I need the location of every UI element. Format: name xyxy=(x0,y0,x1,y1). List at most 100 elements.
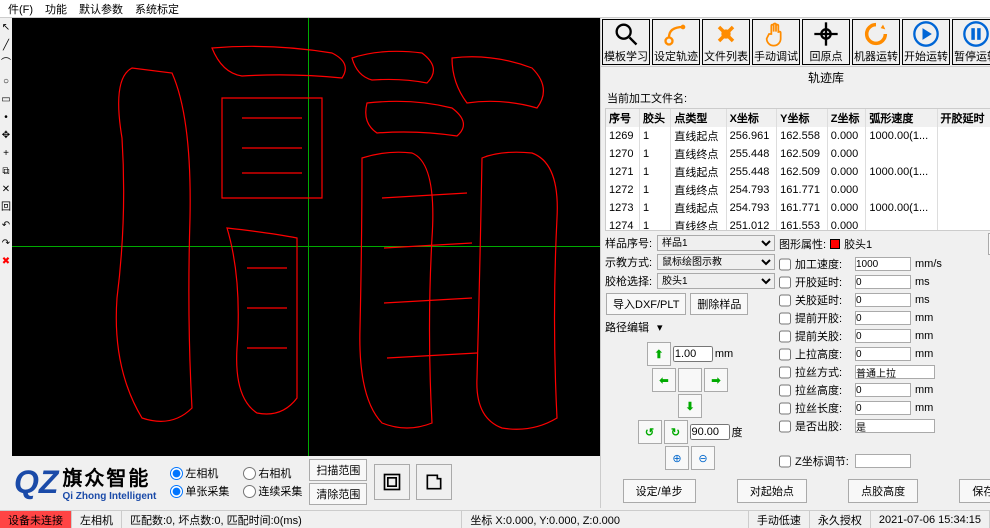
tool-arrow-icon[interactable]: ↖ xyxy=(0,22,12,34)
param-check[interactable] xyxy=(779,294,791,307)
home-button[interactable]: 回原点 xyxy=(802,19,850,65)
param-check[interactable] xyxy=(779,330,791,343)
scan-range-button[interactable]: 扫描范围 xyxy=(309,459,367,481)
coord-status: 坐标 X:0.000, Y:0.000, Z:0.000 xyxy=(462,511,748,528)
param-check[interactable] xyxy=(779,276,791,289)
param-input[interactable] xyxy=(855,419,935,433)
machine-run-button[interactable]: 机器运转 xyxy=(852,19,900,65)
param-unit: mm xyxy=(915,384,939,396)
tool-close-icon[interactable]: ✖ xyxy=(0,256,12,268)
export-icon[interactable] xyxy=(416,464,452,500)
clear-range-button[interactable]: 清除范围 xyxy=(309,483,367,505)
fit-view-icon[interactable] xyxy=(374,464,410,500)
start-button[interactable]: 开始运转 xyxy=(902,19,950,65)
param-check[interactable] xyxy=(779,402,791,415)
z-adjust-check[interactable] xyxy=(779,455,791,468)
file-list-button[interactable]: 文件列表 xyxy=(702,19,750,65)
tool-rect-icon[interactable]: ▭ xyxy=(0,94,12,106)
menu-calib[interactable]: 系统标定 xyxy=(129,1,185,17)
table-row[interactable]: 12711直线起点255.448162.5090.0001000.00(1... xyxy=(606,163,990,181)
col-header[interactable]: 点类型 xyxy=(671,109,726,127)
param-check[interactable] xyxy=(779,384,791,397)
param-check[interactable] xyxy=(779,312,791,325)
jog-down-button[interactable]: ⬇ xyxy=(678,394,702,418)
zoom-in-button[interactable]: ⊕ xyxy=(665,446,689,470)
param-label: 上拉高度: xyxy=(795,346,851,362)
glue-color-icon xyxy=(830,239,840,249)
col-header[interactable]: Z坐标 xyxy=(827,109,866,127)
param-input[interactable] xyxy=(855,383,911,397)
rot-ccw-button[interactable]: ↺ xyxy=(638,420,662,444)
tool-redo-icon[interactable]: ↷ xyxy=(0,238,12,250)
param-input[interactable] xyxy=(855,329,911,343)
menu-default[interactable]: 默认参数 xyxy=(73,1,129,17)
align-start-button[interactable]: 对起始点 xyxy=(737,479,807,503)
rot-cw-button[interactable]: ↻ xyxy=(664,420,688,444)
set-path-button[interactable]: 设定轨迹 xyxy=(652,19,700,65)
radio-left-cam[interactable]: 左相机 xyxy=(170,465,229,481)
tool-circle-icon[interactable]: ○ xyxy=(0,76,12,88)
teach-select[interactable]: 鼠标绘图示教 xyxy=(657,254,775,270)
library-title: 轨迹库 xyxy=(601,67,990,88)
tool-plus-icon[interactable]: + xyxy=(0,148,12,160)
set-step-button[interactable]: 设定/单步 xyxy=(623,479,696,503)
menu-file[interactable]: 件(F) xyxy=(2,1,39,17)
table-row[interactable]: 12731直线起点254.793161.7710.0001000.00(1... xyxy=(606,199,990,217)
param-check[interactable] xyxy=(779,366,791,379)
chevron-down-icon[interactable]: ▾ xyxy=(657,321,663,334)
tool-del-icon[interactable]: ✕ xyxy=(0,184,12,196)
param-input[interactable] xyxy=(855,401,911,415)
param-input[interactable] xyxy=(855,311,911,325)
tool-copy-icon[interactable]: ⧉ xyxy=(0,166,12,178)
param-check[interactable] xyxy=(779,348,791,361)
pause-button[interactable]: 暂停运转 xyxy=(952,19,990,65)
param-input[interactable] xyxy=(855,275,911,289)
col-header[interactable]: X坐标 xyxy=(726,109,777,127)
sample-no-select[interactable]: 样品1 xyxy=(657,235,775,251)
jog-right-button[interactable]: ➡ xyxy=(704,368,728,392)
delete-sample-button[interactable]: 删除样品 xyxy=(690,293,748,315)
param-input[interactable] xyxy=(855,347,911,361)
zoom-out-button[interactable]: ⊖ xyxy=(691,446,715,470)
design-canvas[interactable] xyxy=(12,18,600,456)
tool-move-icon[interactable]: ✥ xyxy=(0,130,12,142)
save-file-button[interactable]: 保存文件 xyxy=(959,479,990,503)
param-input[interactable] xyxy=(855,293,911,307)
tool-dot-icon[interactable]: • xyxy=(0,112,12,124)
col-header[interactable]: 序号 xyxy=(606,109,640,127)
manual-button[interactable]: 手动调试 xyxy=(752,19,800,65)
radio-cont[interactable]: 连续采集 xyxy=(243,483,302,499)
rot-input[interactable] xyxy=(690,424,730,440)
radio-right-cam[interactable]: 右相机 xyxy=(243,465,302,481)
col-header[interactable]: 开胶延时 xyxy=(937,109,990,127)
z-adjust-input[interactable] xyxy=(855,454,911,468)
path-table[interactable]: 序号胶头点类型X坐标Y坐标Z坐标弧形速度开胶延时上拉高...12691直线起点2… xyxy=(605,108,990,231)
import-dxf-button[interactable]: 导入DXF/PLT xyxy=(606,293,686,315)
jog-step-input[interactable] xyxy=(673,346,713,362)
table-row[interactable]: 12691直线起点256.961162.5580.0001000.00(1...… xyxy=(606,127,990,145)
param-check[interactable] xyxy=(779,420,791,433)
glue-select[interactable]: 胶头1 xyxy=(657,273,775,289)
col-header[interactable]: 胶头 xyxy=(640,109,671,127)
menubar: 件(F) 功能 默认参数 系统标定 xyxy=(0,0,990,18)
param-input[interactable] xyxy=(855,365,935,379)
tool-line-icon[interactable]: ╱ xyxy=(0,40,12,52)
jog-center-button[interactable] xyxy=(678,368,702,392)
col-header[interactable]: 弧形速度 xyxy=(866,109,937,127)
jog-left-button[interactable]: ⬅ xyxy=(652,368,676,392)
param-label: 关胶延时: xyxy=(795,292,851,308)
tool-text-icon[interactable]: 回 xyxy=(0,202,12,214)
tool-undo-icon[interactable]: ↶ xyxy=(0,220,12,232)
param-input[interactable] xyxy=(855,257,911,271)
jog-up-button[interactable]: ⬆ xyxy=(647,342,671,366)
table-row[interactable]: 12721直线终点254.793161.7710.0000.00 xyxy=(606,181,990,199)
table-row[interactable]: 12701直线终点255.448162.5090.0000.00 xyxy=(606,145,990,163)
glue-height-button[interactable]: 点胶高度 xyxy=(848,479,918,503)
tool-arc-icon[interactable]: ⌒ xyxy=(0,58,12,70)
param-check[interactable] xyxy=(779,258,791,271)
col-header[interactable]: Y坐标 xyxy=(777,109,828,127)
radio-single[interactable]: 单张采集 xyxy=(170,483,229,499)
template-learn-button[interactable]: 模板学习 xyxy=(602,19,650,65)
menu-func[interactable]: 功能 xyxy=(39,1,73,17)
table-row[interactable]: 12741直线终点251.012161.5530.0000.00 xyxy=(606,217,990,231)
